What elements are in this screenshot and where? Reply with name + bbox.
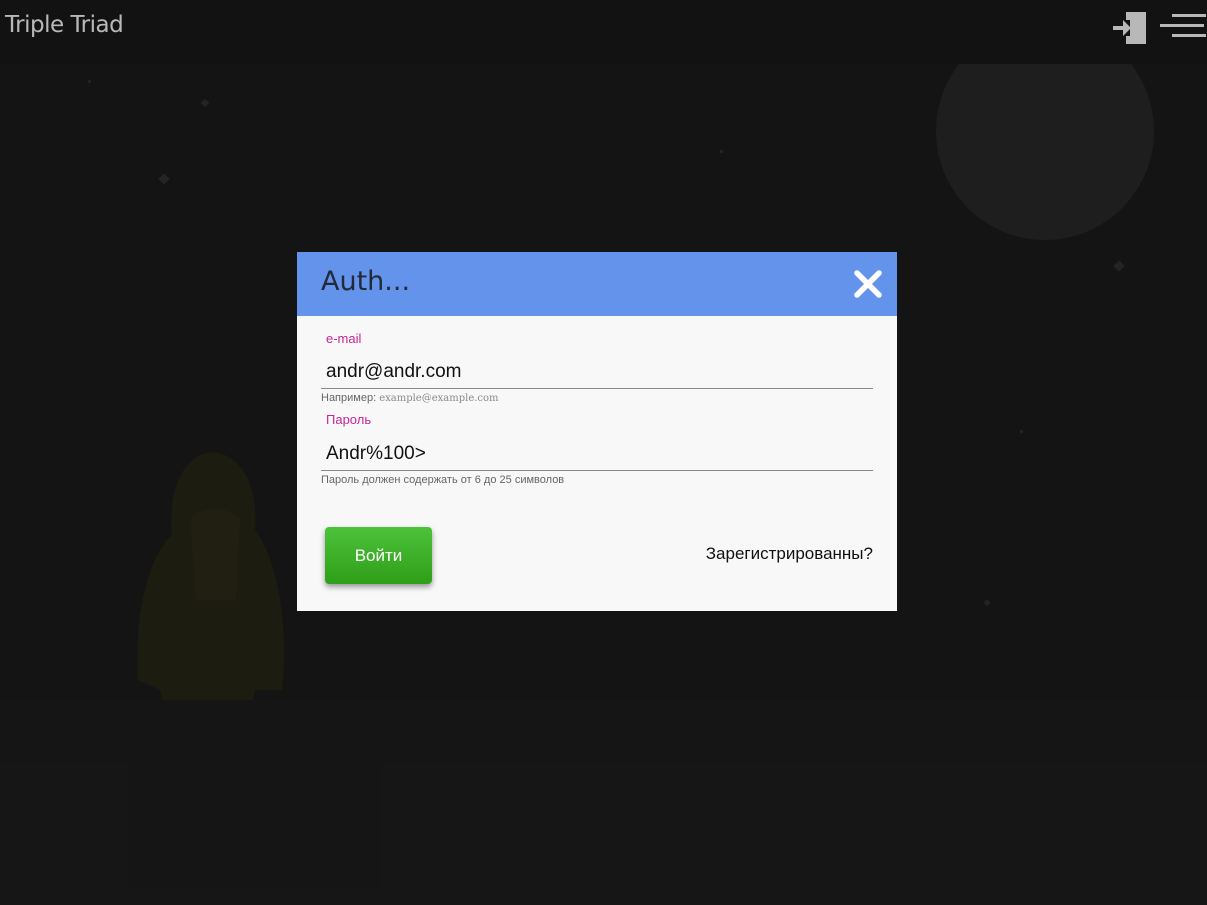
email-label: e-mail — [326, 331, 362, 346]
email-hint-example: example@example.com — [379, 393, 499, 404]
close-icon[interactable] — [853, 269, 883, 299]
login-submit-button[interactable]: Войти — [325, 527, 432, 584]
password-hint-min: 6 — [474, 474, 481, 486]
password-hint-after: символов — [514, 474, 565, 486]
password-hint-mid: до — [483, 474, 497, 486]
password-hint: Пароль должен содержать от 6 до 25 симво… — [321, 474, 564, 486]
auth-modal: Auth... e-mail Например: example@example… — [297, 252, 897, 611]
modal-header: Auth... — [297, 252, 897, 316]
modal-title: Auth... — [321, 266, 411, 297]
password-hint-before: Пароль должен содержать от — [321, 474, 472, 486]
password-field[interactable] — [321, 437, 873, 471]
password-hint-max: 25 — [499, 474, 512, 486]
email-hint: Например: example@example.com — [321, 392, 499, 404]
email-field[interactable] — [321, 355, 873, 389]
password-label: Пароль — [326, 412, 372, 427]
email-hint-prefix: Например: — [321, 392, 377, 404]
register-link[interactable]: Зарегистрированны? — [706, 544, 873, 564]
